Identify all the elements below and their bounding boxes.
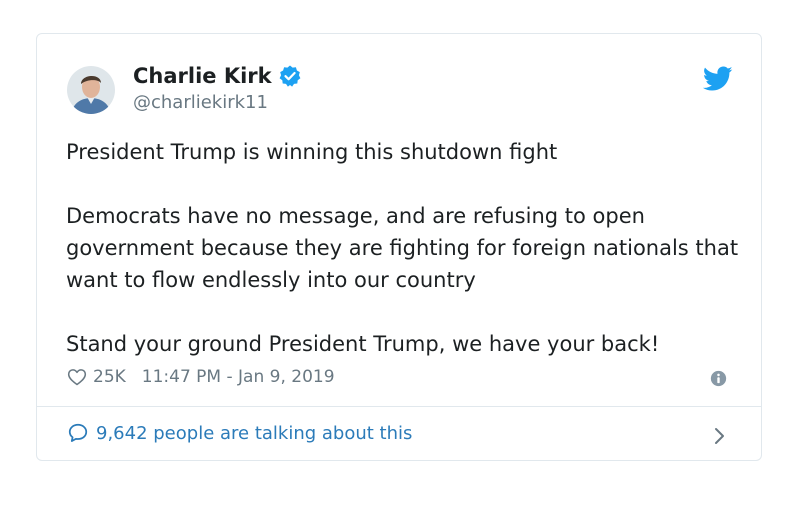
avatar[interactable] bbox=[67, 66, 115, 114]
speech-bubble-icon bbox=[68, 423, 88, 442]
divider bbox=[37, 406, 761, 407]
tweet-paragraph: Democrats have no message, and are refus… bbox=[66, 204, 739, 292]
tweet-meta: 25K 11:47 PM - Jan 9, 2019 bbox=[67, 367, 335, 387]
author-handle[interactable]: @charliekirk11 bbox=[133, 92, 268, 113]
conversation-label[interactable]: 9,642 people are talking about this bbox=[96, 423, 412, 444]
tweet-paragraph: Stand your ground President Trump, we ha… bbox=[66, 332, 660, 356]
twitter-bird-icon[interactable] bbox=[703, 66, 733, 92]
verified-badge-icon bbox=[279, 65, 301, 87]
tweet-paragraph: President Trump is winning this shutdown… bbox=[66, 140, 558, 164]
like-count[interactable]: 25K bbox=[93, 367, 126, 387]
chevron-right-icon[interactable] bbox=[713, 426, 727, 446]
tweet-card: Charlie Kirk @charliekirk11 President Tr… bbox=[36, 33, 762, 461]
conversation-link[interactable]: 9,642 people are talking about this bbox=[67, 422, 412, 444]
tweet-timestamp[interactable]: 11:47 PM - Jan 9, 2019 bbox=[142, 367, 335, 387]
author-name[interactable]: Charlie Kirk bbox=[133, 64, 272, 88]
tweet-text: President Trump is winning this shutdown… bbox=[66, 136, 746, 360]
info-icon[interactable] bbox=[710, 370, 727, 387]
author-row: Charlie Kirk bbox=[133, 64, 302, 88]
heart-icon[interactable] bbox=[67, 367, 87, 387]
